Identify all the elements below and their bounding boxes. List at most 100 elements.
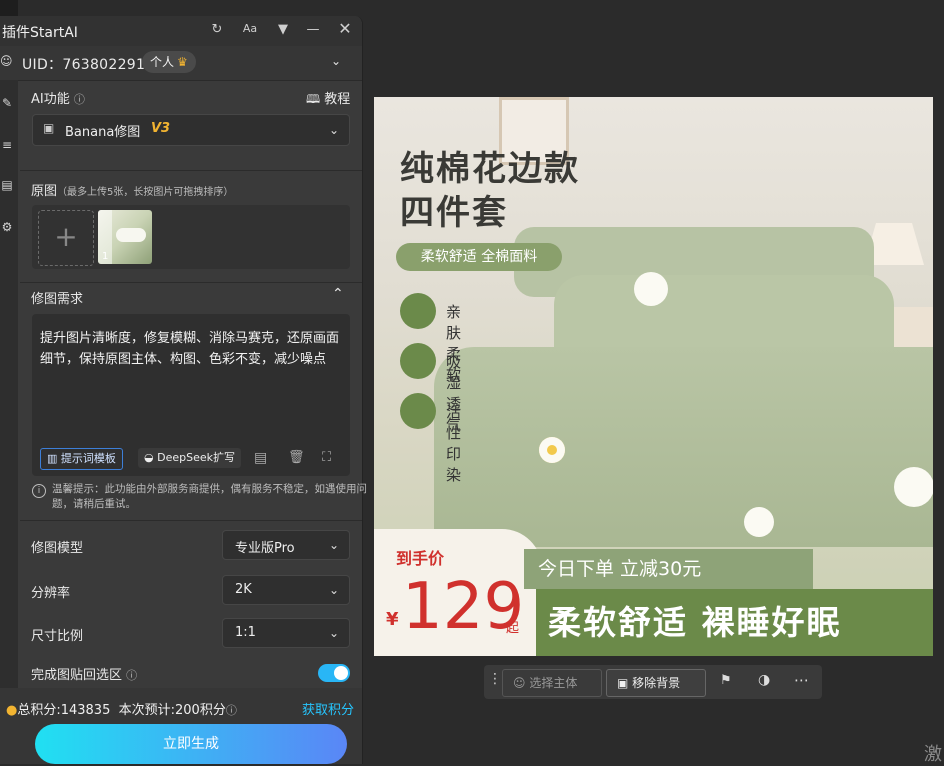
add-image-button[interactable]: + <box>38 210 94 266</box>
drag-handle-icon[interactable]: ⋮ <box>488 671 502 687</box>
tool-name: Banana修图 <box>65 125 141 140</box>
promo-banner: 今日下单 立减30元 <box>524 549 813 589</box>
pin-icon[interactable]: ▼ <box>274 22 292 37</box>
settings-nav-icon[interactable]: ⚙ <box>0 220 14 234</box>
model-select[interactable]: 专业版Pro ⌄ <box>222 530 350 560</box>
service-notice: i 温馨提示：此功能由外部服务商提供，偶有服务不稳定，如遇使用问题，请稍后重试。 <box>32 482 372 512</box>
library-nav-icon[interactable]: ▤ <box>0 178 14 192</box>
source-images-hint: （最多上传5张，长按图片可拖拽排序） <box>57 187 234 198</box>
canvas-product-image[interactable]: 纯棉花边款 四件套 柔软舒适 全棉面料 亲肤柔软 吸湿透气 活性印染 到手价 ¥… <box>374 97 933 656</box>
info-icon: ⓘ <box>126 669 138 682</box>
info-icon: ⓘ <box>225 704 237 717</box>
price-suffix: 起 <box>506 621 520 636</box>
template-icon: ▥ <box>47 452 58 465</box>
model-value: 专业版Pro <box>235 541 295 556</box>
price-label: 到手价 <box>396 549 445 568</box>
toggle-knob <box>334 666 348 680</box>
tagline-pill: 柔软舒适 全棉面料 <box>396 243 562 271</box>
get-points-link[interactable]: 获取积分 <box>302 699 354 718</box>
divider <box>20 520 362 521</box>
plugin-panel: 插件StartAI ↻ Aa ▼ — ✕ ☺ UID：763802291 个人 ♛… <box>0 16 367 764</box>
generate-button[interactable]: 立即生成 <box>35 724 347 764</box>
image-toolbar: ⋮ ☺ 选择主体 ▣ 移除背景 ⚑ ◑ ⋯ <box>484 665 822 699</box>
duvet <box>434 347 933 547</box>
title-bar: 插件StartAI ↻ Aa ▼ — ✕ <box>0 16 362 46</box>
resolution-select[interactable]: 2K ⌄ <box>222 575 350 605</box>
resolution-value: 2K <box>235 582 252 597</box>
currency: ¥ <box>386 609 399 630</box>
user-icon: ☺ <box>0 54 13 68</box>
model-label: 修图模型 <box>31 541 84 556</box>
paste-back-label: 完成图贴回选区 ⓘ <box>31 668 138 683</box>
coin-icon: ● <box>6 703 18 718</box>
flower-print <box>744 507 774 537</box>
image-icon: ▣ <box>617 676 629 690</box>
flower-print <box>894 467 933 507</box>
product-title: 纯棉花边款 四件套 <box>400 147 580 235</box>
plan-badge[interactable]: 个人 ♛ <box>142 51 196 73</box>
flower-pillow <box>634 272 668 306</box>
version-badge: V3 <box>151 121 171 136</box>
source-thumbnail[interactable]: 1 <box>98 210 152 264</box>
deepseek-expand-button[interactable]: ◒ DeepSeek扩写 <box>138 448 241 468</box>
layers-nav-icon[interactable]: ≡ <box>0 138 14 152</box>
edit-request-textarea[interactable]: 提升图片清晰度，修复模糊、消除马赛克，还原画面细节，保持原图主体、构图、色彩不变… <box>32 314 350 476</box>
footer: ●总积分:143835 本次预计:200积分ⓘ 获取积分 立即生成 <box>0 688 362 764</box>
source-images-label: 原图（最多上传5张，长按图片可拖拽排序） <box>31 184 234 199</box>
person-icon: ☺ <box>513 676 526 690</box>
info-icon: ⓘ <box>73 93 85 106</box>
feature-label: 活性印染 <box>446 403 462 484</box>
price-block: 到手价 ¥ 129 起 <box>374 529 542 656</box>
ai-tool-select[interactable]: ▣ Banana修图 V3 ⌄ <box>32 114 350 146</box>
ratio-label: 尺寸比例 <box>31 629 84 644</box>
divider <box>20 170 362 171</box>
chevron-down-icon: ⌄ <box>328 583 339 597</box>
chevron-up-icon[interactable]: ⌃ <box>332 286 344 302</box>
palette-icon <box>400 393 436 429</box>
crown-icon: ♛ <box>177 55 188 69</box>
ratio-value: 1:1 <box>235 625 256 640</box>
flower-print <box>539 437 565 463</box>
ai-feature-label: AI功能 ⓘ <box>31 92 85 107</box>
uid-label: UID：763802291 <box>22 57 146 73</box>
expand-icon[interactable]: ⛶ <box>322 450 331 465</box>
flag-icon[interactable]: ⚑ <box>720 673 732 688</box>
chevron-down-icon: ⌄ <box>328 626 339 640</box>
minimize-icon[interactable]: — <box>304 22 322 37</box>
notice-text: 温馨提示：此功能由外部服务商提供，偶有服务不稳定，如遇使用问题，请稍后重试。 <box>52 483 367 510</box>
window-title: 插件StartAI <box>2 25 78 41</box>
title-line-1: 纯棉花边款 <box>400 149 580 189</box>
edit-nav-icon[interactable]: ✎ <box>0 96 14 110</box>
slogan-banner: 柔软舒适 裸睡好眠 <box>536 589 933 656</box>
ratio-select[interactable]: 1:1 ⌄ <box>222 618 350 648</box>
plan-label: 个人 <box>150 55 175 69</box>
edit-request-label: 修图需求 <box>31 292 84 307</box>
chevron-down-icon[interactable]: ⌄ <box>331 54 341 68</box>
chevron-down-icon: ⌄ <box>328 538 339 552</box>
user-row: ☺ UID：763802291 个人 ♛ ⌄ <box>0 46 362 81</box>
trash-icon[interactable]: 🗑 <box>288 450 305 465</box>
chevron-down-icon: ⌄ <box>328 123 339 137</box>
edge-text: 激 <box>924 744 942 765</box>
leaf-icon <box>400 293 436 329</box>
image-icon: ▣ <box>43 121 55 135</box>
prompt-template-button[interactable]: ▥ 提示词模板 <box>40 448 123 470</box>
info-icon: i <box>32 484 46 498</box>
side-nav: ✎ ≡ ▤ ⚙ <box>0 80 18 764</box>
paste-back-toggle[interactable] <box>318 664 350 682</box>
select-subject-button[interactable]: ☺ 选择主体 <box>502 669 602 697</box>
resolution-label: 分辨率 <box>31 586 71 601</box>
points-summary: ●总积分:143835 本次预计:200积分ⓘ <box>6 703 237 718</box>
remove-background-button[interactable]: ▣ 移除背景 <box>606 669 706 697</box>
font-size-icon[interactable]: Aa <box>241 22 259 35</box>
deepseek-icon: ◒ <box>144 451 154 464</box>
edit-request-text: 提升图片清晰度，修复模糊、消除马赛克，还原画面细节，保持原图主体、构图、色彩不变… <box>40 331 340 367</box>
close-icon[interactable]: ✕ <box>336 19 354 38</box>
contrast-icon[interactable]: ◑ <box>758 672 770 688</box>
title-line-2: 四件套 <box>400 193 508 233</box>
more-icon[interactable]: ⋯ <box>794 671 809 689</box>
thumb-index: 1 <box>102 251 109 262</box>
refresh-icon[interactable]: ↻ <box>208 22 226 37</box>
tutorial-link[interactable]: 🕮 教程 <box>306 88 350 111</box>
history-icon[interactable]: ▤ <box>254 450 267 466</box>
